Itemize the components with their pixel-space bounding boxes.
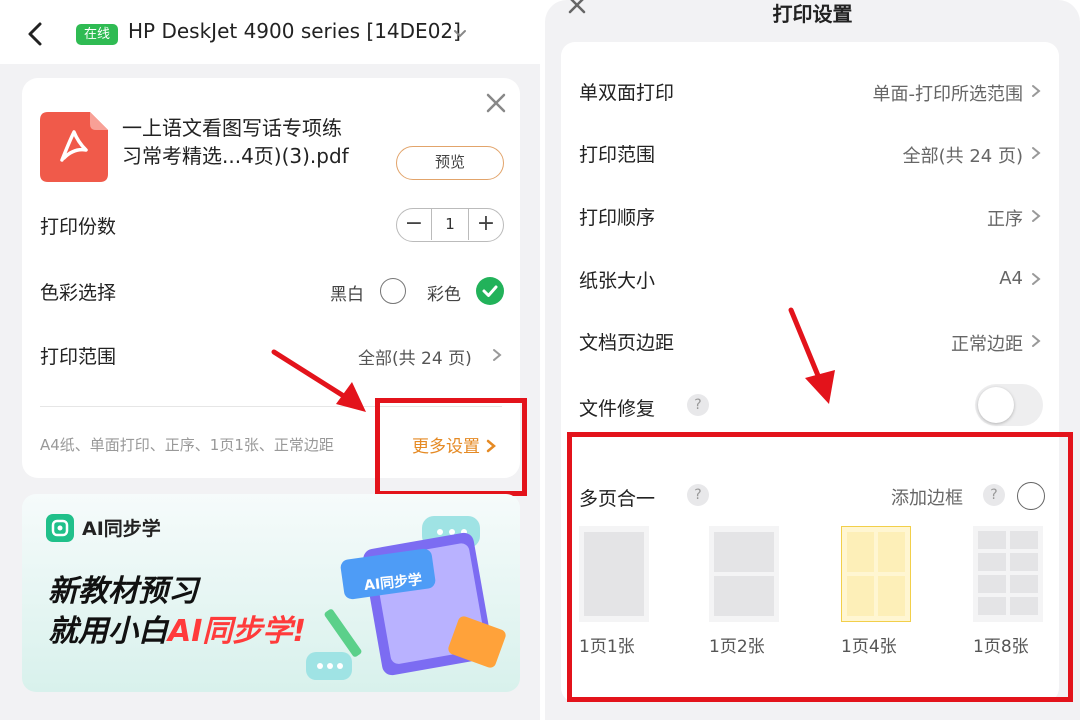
top-bar: 在线 HP DeskJet 4900 series [14DE02] (0, 0, 540, 68)
color-radio-checked[interactable] (476, 277, 504, 305)
banner-slogan-line2: 就用小白AI同步学! (48, 614, 307, 649)
annotation-highlight-box (567, 432, 1073, 702)
bw-option-label: 黑白 (330, 285, 364, 305)
chevron-right-icon (493, 349, 502, 361)
back-arrow-icon[interactable] (22, 18, 50, 50)
bw-radio[interactable] (380, 278, 406, 304)
ai-sync-logo-icon (46, 514, 74, 542)
pdf-file-icon (40, 112, 108, 182)
settings-summary: A4纸、单面打印、正序、1页1张、正常边距 (40, 436, 334, 454)
file-name: 一上语文看图写话专项练 习常考精选...4页)(3).pdf (122, 116, 349, 168)
paper-size-value: A4 (999, 268, 1023, 289)
file-repair-toggle[interactable] (975, 384, 1043, 426)
margins-value: 正常边距 (951, 334, 1023, 355)
print-settings-sheet: 打印设置 单双面打印 单面-打印所选范围 打印范围 全部(共 24 页) 打印顺… (545, 0, 1080, 720)
copies-label: 打印份数 (40, 216, 117, 238)
ai-sync-banner[interactable]: AI同步学 新教材预习 就用小白AI同步学! AI同步学 (22, 494, 520, 692)
chevron-right-icon (1032, 273, 1041, 285)
chevron-right-icon (1032, 85, 1041, 97)
close-icon[interactable] (483, 90, 509, 116)
help-icon[interactable]: ? (687, 394, 709, 416)
color-label: 色彩选择 (40, 282, 117, 304)
range-value: 全部(共 24 页) (902, 146, 1023, 167)
copies-stepper: − 1 + (396, 208, 504, 242)
annotation-arrow-icon (788, 307, 835, 404)
sheet-title: 打印设置 (772, 2, 853, 26)
chevron-down-icon[interactable] (452, 26, 468, 42)
increment-button[interactable]: + (469, 209, 503, 240)
chevron-right-icon (1032, 335, 1041, 347)
toggle-knob (978, 387, 1014, 423)
annotation-highlight-box (375, 398, 527, 496)
copies-value[interactable]: 1 (431, 209, 469, 240)
preview-button[interactable]: 预览 (396, 146, 504, 180)
checkmark-icon (482, 285, 498, 297)
decrement-button[interactable]: − (397, 209, 431, 240)
range-label: 打印范围 (40, 346, 117, 368)
ai-sync-app-name: AI同步学 (82, 518, 161, 540)
order-value: 正序 (987, 209, 1023, 230)
annotation-arrow-icon (271, 349, 366, 412)
banner-slogan-line1: 新教材预习 (48, 574, 198, 609)
tablet-illustration-icon (306, 516, 506, 680)
printer-name[interactable]: HP DeskJet 4900 series [14DE02] (128, 19, 461, 43)
file-repair-label: 文件修复 (579, 398, 656, 420)
color-option-label: 彩色 (427, 285, 461, 305)
chevron-right-icon (1032, 210, 1041, 222)
chevron-right-icon (1032, 147, 1041, 159)
print-screen: 在线 HP DeskJet 4900 series [14DE02] 一上语文看… (0, 0, 540, 720)
banner-illustration: AI同步学 (302, 510, 520, 692)
online-status-badge: 在线 (76, 24, 119, 45)
duplex-value: 单面-打印所选范围 (872, 84, 1024, 105)
